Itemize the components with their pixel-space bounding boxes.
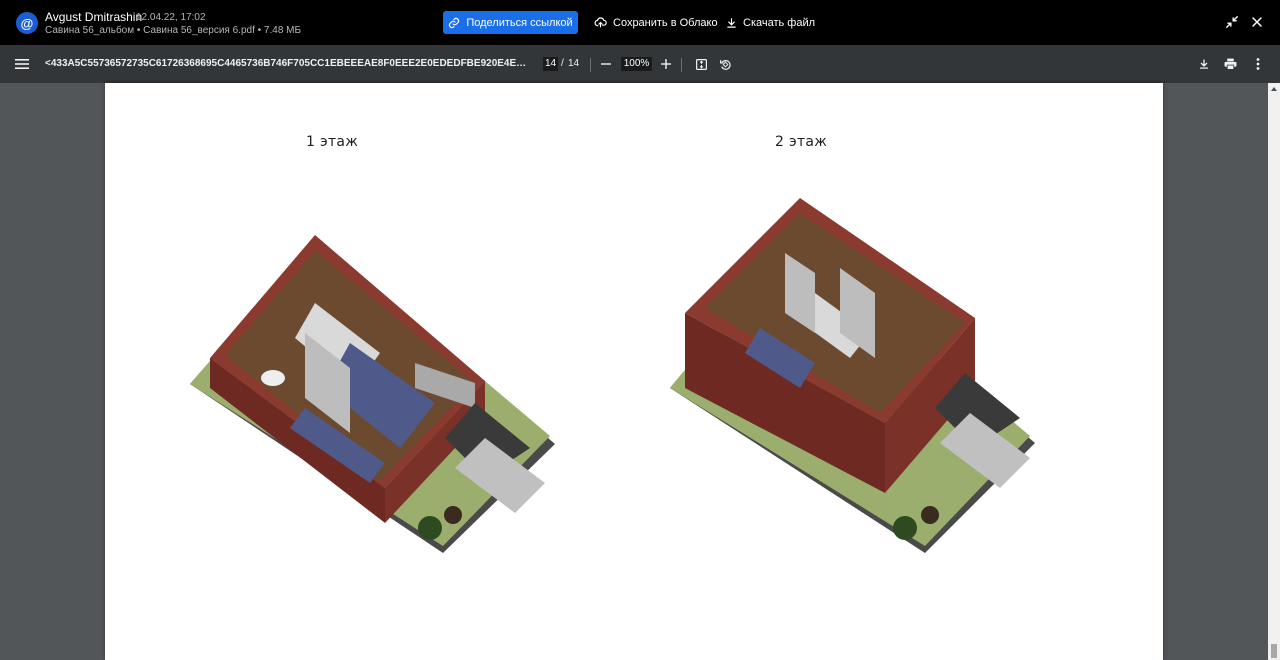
link-icon [449,17,460,28]
download-icon [727,17,736,28]
pdf-viewer[interactable]: 1 этаж 2 этаж [0,83,1280,660]
divider [590,58,591,72]
share-link-label: Поделиться ссылкой [466,16,573,29]
at-icon: @ [20,15,34,31]
floor-2-isometric-image [670,198,1035,553]
zoom-in-icon[interactable] [657,55,675,73]
zoom-input[interactable]: 100% [621,57,652,71]
save-to-cloud-label: Сохранить в Облако [613,16,718,29]
file-date: 12.04.22, 17:02 [136,12,206,23]
close-icon[interactable] [1248,13,1266,31]
pdf-toolbar: <433A5C55736572735C61726368695C4465736B7… [0,45,1280,83]
avatar[interactable]: @ [16,12,38,34]
share-link-button[interactable]: Поделиться ссылкой [443,11,578,34]
page-separator: / [561,58,564,69]
page-total: 14 [568,58,580,69]
floor-1-isometric-image [190,235,555,553]
rotate-icon[interactable] [716,55,734,73]
file-info: Савина 56_альбом • Савина 56_версия 6.pd… [45,25,302,36]
fit-page-icon[interactable] [692,55,710,73]
more-options-icon[interactable] [1249,55,1267,73]
cloud-upload-icon [594,17,607,28]
print-icon[interactable] [1221,55,1239,73]
scrollbar[interactable] [1268,83,1280,660]
save-to-cloud-button[interactable]: Сохранить в Облако [594,11,718,34]
zoom-out-icon[interactable] [597,55,615,73]
divider [681,58,682,72]
download-icon[interactable] [1195,55,1213,73]
scroll-up-icon[interactable] [1271,87,1277,91]
floor-1-label: 1 этаж [306,134,359,150]
download-file-button[interactable]: Скачать файл [726,11,815,34]
collapse-icon[interactable] [1223,13,1241,31]
pdf-page: 1 этаж 2 этаж [105,83,1163,660]
top-bar: @ Avgust Dmitrashin 12.04.22, 17:02 Сави… [0,0,1280,45]
scroll-thumb[interactable] [1271,644,1277,658]
document-title: <433A5C55736572735C61726368695C4465736B7… [45,58,530,69]
author-name: Avgust Dmitrashin [45,10,143,24]
menu-icon[interactable] [13,55,31,73]
page-number-input[interactable]: 14 [543,57,558,71]
floor-2-label: 2 этаж [775,134,828,150]
download-file-label: Скачать файл [743,16,816,29]
